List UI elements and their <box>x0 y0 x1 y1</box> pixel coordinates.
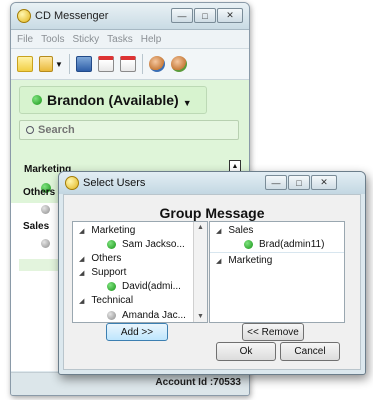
tree-group-label: Support <box>91 267 127 278</box>
dialog-title-bar[interactable]: Select Users — □ ✕ <box>59 172 365 194</box>
minimize-icon: — <box>271 177 281 188</box>
tree-group-row[interactable]: ◢ Others <box>79 253 121 264</box>
account-id: Account Id :70533 <box>155 377 241 388</box>
search-field[interactable] <box>19 120 239 140</box>
notebook-icon[interactable] <box>75 56 92 72</box>
maximize-button[interactable]: □ <box>194 8 216 23</box>
tree-user-row[interactable]: David(admi... <box>107 281 181 292</box>
scroll-up-icon: ▲ <box>197 224 204 231</box>
messenger-app-icon <box>17 9 31 23</box>
dialog-body: Group Message ◢ Marketing Sam Jackso... ◢… <box>63 194 361 370</box>
expand-arrow-icon: ◢ <box>216 257 222 265</box>
tree-group-label: Marketing <box>91 225 136 236</box>
calendar-7-icon[interactable] <box>119 56 136 72</box>
menu-help[interactable]: Help <box>141 34 162 45</box>
search-icon <box>26 126 34 134</box>
menu-tools[interactable]: Tools <box>41 34 64 45</box>
dialog-maximize-button[interactable]: □ <box>288 175 310 190</box>
maximize-icon: □ <box>202 10 208 21</box>
tree-group-label: Marketing <box>228 255 273 266</box>
toolbar-divider <box>68 54 70 74</box>
menu-sticky[interactable]: Sticky <box>72 34 99 45</box>
dropdown-icon[interactable]: ▼ <box>55 60 63 69</box>
available-users-tree[interactable]: ◢ Marketing Sam Jackso... ◢ Others ◢ Suppor… <box>72 221 208 323</box>
tree-group-label: Technical <box>91 295 134 306</box>
menu-file[interactable]: File <box>17 34 33 45</box>
account-bar: Account Id :70533 <box>11 372 249 395</box>
tree-divider <box>210 252 344 253</box>
remove-button[interactable]: << Remove <box>242 323 304 341</box>
tree-group-row[interactable]: ◢ Technical <box>79 295 133 306</box>
chevron-down-icon: ▼ <box>182 98 192 108</box>
expand-arrow-icon: ◢ <box>79 227 85 235</box>
calendar-icon[interactable] <box>97 56 114 72</box>
cancel-button[interactable]: Cancel <box>280 342 340 361</box>
tree-user-label: Sam Jackso... <box>122 239 185 250</box>
toolbar-divider <box>141 54 143 74</box>
messenger-app-icon <box>65 176 79 190</box>
expand-arrow-icon: ◢ <box>79 269 85 277</box>
maximize-icon: □ <box>296 177 302 188</box>
tree-group-row[interactable]: ◢ Marketing <box>79 225 135 236</box>
selected-users-tree[interactable]: ◢ Sales Brad(admin11) ◢ Marketing <box>209 221 345 323</box>
offline-status-icon <box>41 239 50 248</box>
note-icon[interactable] <box>17 56 33 72</box>
dialog-heading: Group Message <box>159 205 265 221</box>
select-users-dialog: Select Users — □ ✕ Group Message ◢ Market… <box>58 171 366 375</box>
available-status-icon <box>244 240 253 249</box>
current-user-status: Brandon (Available) <box>47 92 179 108</box>
dialog-title: Select Users <box>83 177 146 189</box>
tree-user-row[interactable]: Amanda Jac... <box>107 310 186 321</box>
window-title: CD Messenger <box>35 10 109 22</box>
tree-group-label: Sales <box>228 225 254 236</box>
tree-user-row[interactable]: Brad(admin11) <box>244 239 324 250</box>
title-bar[interactable]: CD Messenger — □ ✕ <box>11 3 249 30</box>
minimize-button[interactable]: — <box>171 8 193 23</box>
dialog-close-button[interactable]: ✕ <box>311 175 337 190</box>
add-button[interactable]: Add >> <box>106 323 168 341</box>
offline-status-icon <box>41 205 50 214</box>
dialog-minimize-button[interactable]: — <box>265 175 287 190</box>
tree-user-label: Amanda Jac... <box>122 310 186 321</box>
menu-tasks[interactable]: Tasks <box>107 34 133 45</box>
group-icon[interactable] <box>170 56 187 72</box>
expand-arrow-icon: ◢ <box>79 255 85 263</box>
tree-user-row[interactable]: Sam Jackso... <box>107 239 185 250</box>
expand-arrow-icon: ◢ <box>79 297 85 305</box>
folder-icon[interactable] <box>39 56 53 72</box>
scroll-up-icon: ▲ <box>231 162 239 170</box>
tree-user-label: David(admi... <box>122 281 181 292</box>
status-selector[interactable]: Brandon (Available) ▼ <box>19 86 207 114</box>
available-status-icon <box>107 240 116 249</box>
tree-group-row[interactable]: ◢ Sales <box>216 225 253 236</box>
offline-status-icon <box>107 311 116 320</box>
menu-bar: File Tools Sticky Tasks Help <box>11 30 249 49</box>
close-icon: ✕ <box>320 177 328 187</box>
left-tree-scrollbar[interactable]: ▲ ▼ <box>193 222 207 322</box>
ok-button[interactable]: Ok <box>216 342 276 361</box>
group-sales[interactable]: Sales <box>23 221 49 232</box>
tree-group-label: Others <box>91 253 122 264</box>
available-status-icon <box>32 95 42 105</box>
scroll-down-icon: ▼ <box>197 313 204 320</box>
close-icon: ✕ <box>226 10 234 20</box>
tree-group-row[interactable]: ◢ Marketing <box>216 255 272 266</box>
minimize-icon: — <box>177 10 187 21</box>
tree-user-label: Brad(admin11) <box>259 239 325 250</box>
available-status-icon <box>107 282 116 291</box>
contacts-icon[interactable] <box>148 56 165 72</box>
expand-arrow-icon: ◢ <box>216 227 222 235</box>
tree-group-row[interactable]: ◢ Support <box>79 267 126 278</box>
search-input[interactable] <box>38 124 218 136</box>
toolbar: ▼ <box>11 49 249 80</box>
close-button[interactable]: ✕ <box>217 8 243 23</box>
group-others[interactable]: Others <box>23 187 55 198</box>
